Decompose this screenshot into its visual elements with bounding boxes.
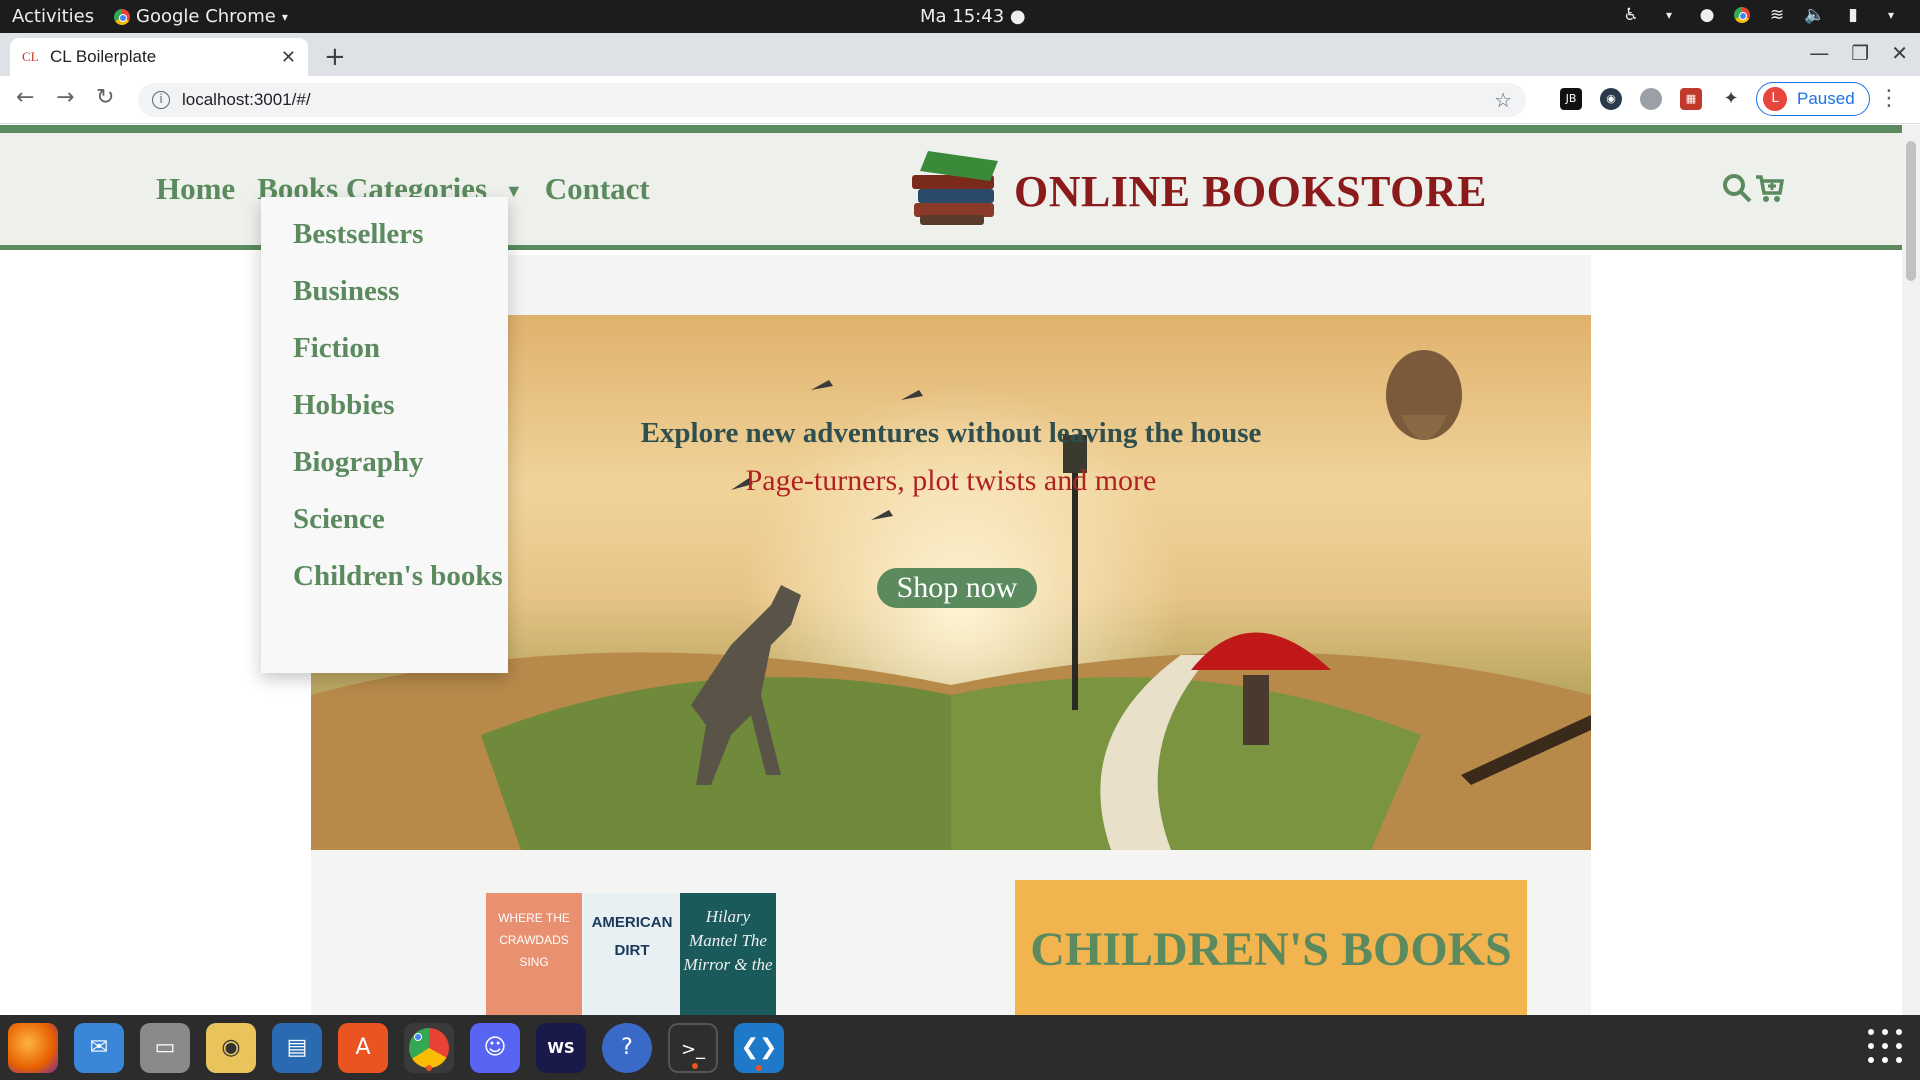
clock[interactable]: Ma 15:43 ● [920,6,1026,27]
activities-button[interactable]: Activities [12,6,94,27]
app-menu[interactable]: Google Chrome ▾ [114,6,288,27]
browser-tab[interactable]: CL CL Boilerplate ✕ [10,38,308,76]
dropdown-item-hobbies[interactable]: Hobbies [293,388,508,422]
running-indicator [692,1063,698,1069]
tab-title: CL Boilerplate [50,47,157,66]
bookmark-star-icon[interactable]: ☆ [1494,88,1512,112]
terminal-icon[interactable]: >_ [668,1023,718,1073]
software-center-icon[interactable]: A [338,1023,388,1073]
firefox-icon[interactable] [8,1023,58,1073]
dropdown-item-science[interactable]: Science [293,502,508,536]
dock: ✉ ▭ ◉ ▤ A ☺ WS ? >_ ❮❯ [0,1015,1920,1080]
book-cover[interactable]: WHERE THE CRAWDADS SING [486,893,582,1015]
gnome-top-bar: Activities Google Chrome ▾ Ma 15:43 ● ♿ … [0,0,1920,33]
files-icon[interactable]: ▭ [140,1023,190,1073]
browser-toolbar: ← → ↻ i localhost:3001/#/ ☆ JB ◉ ▦ ✦ L P… [0,76,1920,124]
tab-strip: CL CL Boilerplate ✕ + — ❐ ✕ [0,33,1920,76]
accessibility-icon[interactable]: ♿ [1620,4,1642,26]
battery-icon[interactable]: ▮ [1842,4,1864,26]
back-icon[interactable]: ← [16,85,34,110]
running-indicator [426,1065,432,1071]
categories-dropdown: Bestsellers Business Fiction Hobbies Bio… [261,197,508,673]
reload-icon[interactable]: ↻ [96,85,114,110]
close-tab-icon[interactable]: ✕ [281,47,296,68]
profile-button[interactable]: L Paused [1756,82,1870,116]
chrome-icon [409,1028,449,1068]
dropdown-item-fiction[interactable]: Fiction [293,331,508,365]
close-window-icon[interactable]: ✕ [1891,41,1908,65]
minimize-icon[interactable]: — [1809,41,1829,65]
nav-contact[interactable]: Contact [545,171,650,207]
dropdown-item-bestsellers[interactable]: Bestsellers [293,217,508,251]
scrollbar-thumb[interactable] [1906,141,1916,281]
site-info-icon[interactable]: i [152,91,170,109]
forward-icon[interactable]: → [56,85,74,110]
webstorm-icon[interactable]: WS [536,1023,586,1073]
chrome-icon [114,8,130,25]
vscode-icon[interactable]: ❮❯ [734,1023,784,1073]
brand-name: ONLINE BOOKSTORE [1014,166,1487,216]
shop-now-button[interactable]: Shop now [877,568,1037,608]
restore-icon[interactable]: ❐ [1851,41,1869,65]
profile-status: Paused [1797,89,1855,108]
cart-icon[interactable] [1754,173,1784,203]
search-icon[interactable] [1722,173,1752,203]
site-logo[interactable]: ONLINE BOOKSTORE [906,141,1487,241]
address-bar[interactable]: i localhost:3001/#/ ☆ [138,83,1526,117]
url-text[interactable]: localhost:3001/#/ [182,90,1494,110]
book-cover[interactable]: AMERICAN DIRT [584,893,680,1015]
more-menu-icon[interactable]: ⋮ [1878,86,1900,111]
notification-icon[interactable]: ● [1696,4,1718,26]
dropdown-item-childrens-books[interactable]: Children's books [293,559,508,593]
help-icon[interactable]: ? [602,1023,652,1073]
header-actions [1722,173,1784,203]
dropdown-item-biography[interactable]: Biography [293,445,508,479]
wifi-icon[interactable]: ≋ [1766,4,1788,26]
page-viewport: Explore new adventures without leaving t… [0,125,1902,1015]
nav-home[interactable]: Home [156,171,235,207]
extension-icon[interactable]: ▦ [1680,88,1702,110]
thunderbird-icon[interactable]: ✉ [74,1023,124,1073]
page-scrollbar[interactable] [1902,125,1920,1015]
extension-icon[interactable] [1640,88,1662,110]
running-indicator [756,1065,762,1071]
jetbrains-extension-icon[interactable]: JB [1560,88,1582,110]
avatar: L [1763,87,1787,111]
book-cover[interactable]: Hilary Mantel The Mirror & the [680,893,776,1015]
chrome-tray-icon[interactable] [1734,7,1750,23]
rhythmbox-icon[interactable]: ◉ [206,1023,256,1073]
discord-icon[interactable]: ☺ [470,1023,520,1073]
books-stack-icon [912,151,998,225]
app-menu-label: Google Chrome [136,6,276,27]
new-tab-button[interactable]: + [324,42,346,72]
system-tray[interactable]: ♿ ▾ ● ≋ 🔈 ▮ ▾ [1620,4,1902,26]
show-applications-icon[interactable] [1868,1029,1904,1065]
window-controls: — ❐ ✕ [1809,41,1908,65]
extension-icon[interactable]: ◉ [1600,88,1622,110]
volume-icon[interactable]: 🔈 [1804,4,1826,26]
chevron-down-icon: ▾ [281,9,288,24]
puzzle-extensions-icon[interactable]: ✦ [1720,88,1742,110]
childrens-books-card[interactable]: CHILDREN'S BOOKS [1015,880,1527,1015]
chevron-down-icon: ▾ [1887,8,1895,22]
chrome-dock-icon[interactable] [404,1023,454,1073]
dropdown-item-business[interactable]: Business [293,274,508,308]
writer-icon[interactable]: ▤ [272,1023,322,1073]
tab-favicon: CL [22,49,39,64]
chevron-down-icon: ▾ [1665,8,1673,22]
